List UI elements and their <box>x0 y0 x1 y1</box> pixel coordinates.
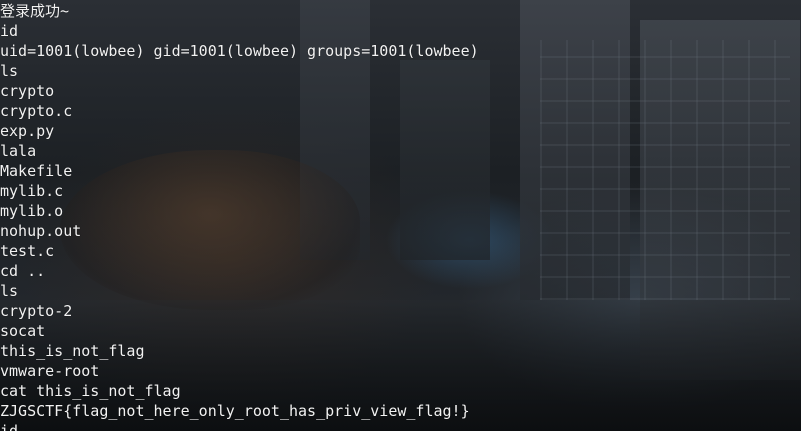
output-line-login-success: 登录成功~ <box>0 2 70 20</box>
terminal-output: 登录成功~ id uid=1001(lowbee) gid=1001(lowbe… <box>0 1 479 431</box>
command-line: cd .. <box>0 262 46 280</box>
output-line: test.c <box>0 242 55 260</box>
command-line: id <box>0 422 19 431</box>
output-line: mylib.o <box>0 202 64 220</box>
command-line: ls <box>0 282 19 300</box>
command-line: ls <box>0 62 19 80</box>
output-line: lala <box>0 142 37 160</box>
output-line: vmware-root <box>0 362 100 380</box>
command-line: cat this_is_not_flag <box>0 382 181 400</box>
command-line: id <box>0 22 19 40</box>
output-line: crypto.c <box>0 102 73 120</box>
output-line: uid=1001(lowbee) gid=1001(lowbee) groups… <box>0 42 479 60</box>
terminal-window[interactable]: 登录成功~ id uid=1001(lowbee) gid=1001(lowbe… <box>0 0 801 431</box>
background-building <box>520 0 630 300</box>
output-line: mylib.c <box>0 182 64 200</box>
output-line: socat <box>0 322 46 340</box>
output-line-flag: ZJGSCTF{flag_not_here_only_root_has_priv… <box>0 402 470 420</box>
background-scaffold <box>540 40 790 300</box>
output-line: Makefile <box>0 162 73 180</box>
output-line: this_is_not_flag <box>0 342 145 360</box>
background-building <box>640 20 800 380</box>
output-line: nohup.out <box>0 222 82 240</box>
output-line: crypto-2 <box>0 302 73 320</box>
output-line: crypto <box>0 82 55 100</box>
output-line: exp.py <box>0 122 55 140</box>
